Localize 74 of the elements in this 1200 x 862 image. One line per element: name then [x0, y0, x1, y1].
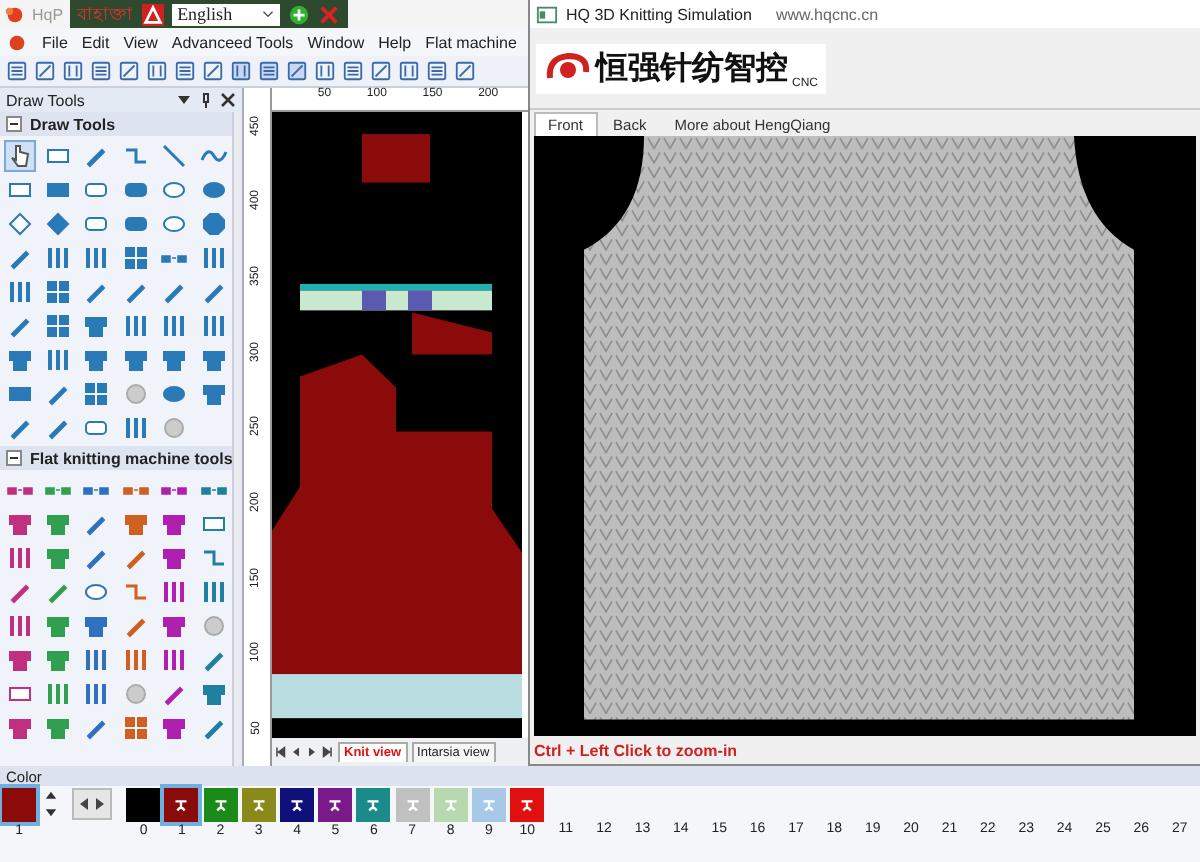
blocks-icon[interactable]: [121, 345, 150, 373]
scroll-arrows[interactable]: [72, 788, 113, 820]
blocks-icon[interactable]: [5, 509, 34, 537]
hint-text: Ctrl + Left Click to zoom-in: [534, 741, 738, 759]
blocks-icon[interactable]: [199, 379, 228, 407]
menu-item[interactable]: Advanceed Tools: [171, 33, 294, 51]
language-dropdown[interactable]: English: [171, 3, 280, 25]
blocks-icon[interactable]: [82, 345, 111, 373]
color-swatch[interactable]: [280, 788, 315, 822]
script-label: বাহাক্তা: [77, 3, 134, 29]
blocks-icon[interactable]: [44, 713, 73, 741]
blocks-icon[interactable]: [5, 713, 34, 741]
blocks-icon[interactable]: [121, 509, 150, 537]
pointer-icon[interactable]: [5, 141, 34, 169]
app-logo-icon: [6, 31, 28, 53]
color-swatch[interactable]: [203, 788, 238, 822]
close-icon[interactable]: [220, 92, 236, 108]
blocks-icon[interactable]: [160, 611, 189, 639]
first-page-icon[interactable]: [274, 746, 286, 758]
menu-item[interactable]: View: [123, 33, 158, 51]
blocks-icon[interactable]: [44, 543, 73, 571]
section-header[interactable]: Flat knitting machine tools: [0, 446, 233, 470]
section-header[interactable]: Draw Tools: [0, 112, 233, 136]
blocks-icon[interactable]: [160, 509, 189, 537]
menu-item[interactable]: Window: [307, 33, 365, 51]
color-swatch[interactable]: [471, 788, 506, 822]
color-swatch[interactable]: [126, 788, 161, 822]
color-swatch[interactable]: [241, 788, 276, 822]
collapse-icon[interactable]: [6, 116, 22, 132]
color-swatch[interactable]: [395, 788, 430, 822]
pdf-icon[interactable]: [141, 3, 164, 25]
blocks-icon[interactable]: [82, 611, 111, 639]
caret-icon[interactable]: [261, 10, 274, 18]
menu-item[interactable]: Help: [378, 33, 412, 51]
blocks-icon[interactable]: [160, 543, 189, 571]
scrollbar[interactable]: [232, 112, 242, 766]
app-logo-icon: [4, 3, 26, 25]
previous-page-icon[interactable]: [290, 746, 302, 758]
website-url: www.hqcnc.cn: [775, 5, 879, 23]
blocks-icon[interactable]: [199, 345, 228, 373]
current-color-swatch[interactable]: [2, 788, 37, 822]
logo-text: 恒强针纺智控: [596, 47, 788, 89]
window-title: HQ 3D Knitting Simulation: [566, 5, 752, 23]
blocks-icon[interactable]: [44, 645, 73, 673]
menu-item[interactable]: Flat machine: [425, 33, 517, 51]
next-page-icon[interactable]: [306, 746, 318, 758]
color-swatch[interactable]: [510, 788, 545, 822]
color-swatch[interactable]: [318, 788, 353, 822]
diamond-icon[interactable]: [5, 209, 34, 237]
dropdown-icon[interactable]: [176, 92, 192, 108]
pin-icon[interactable]: [198, 92, 214, 108]
last-page-icon[interactable]: [322, 746, 334, 758]
color-swatch[interactable]: [433, 788, 468, 822]
diamond-icon[interactable]: [44, 209, 73, 237]
blocks-icon[interactable]: [160, 713, 189, 741]
globe-icon[interactable]: [287, 3, 310, 25]
panel-title: Draw Tools: [6, 91, 85, 109]
blocks-icon[interactable]: [5, 345, 34, 373]
blocks-icon[interactable]: [199, 679, 228, 707]
cross-icon[interactable]: [317, 3, 340, 25]
menu-item[interactable]: Edit: [81, 33, 110, 51]
blocks-icon[interactable]: [44, 509, 73, 537]
blocks-icon[interactable]: [160, 345, 189, 373]
blocks-icon[interactable]: [44, 611, 73, 639]
menu-item[interactable]: File: [42, 33, 68, 51]
spinner-icon[interactable]: [44, 788, 59, 820]
color-swatch[interactable]: [356, 788, 391, 822]
octagon-icon[interactable]: [199, 209, 228, 237]
blocks-icon[interactable]: [82, 311, 111, 339]
line-icon[interactable]: [160, 141, 189, 169]
color-swatch[interactable]: [164, 788, 199, 822]
window-title: HqP: [32, 5, 64, 23]
blocks-icon[interactable]: [5, 645, 34, 673]
collapse-icon[interactable]: [6, 450, 22, 466]
